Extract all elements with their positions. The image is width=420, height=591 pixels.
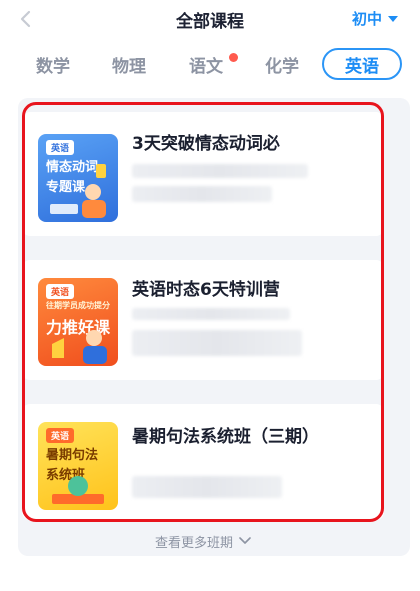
view-more-label: 查看更多班期 (154, 535, 233, 551)
hot-dot-icon (229, 53, 238, 62)
blurred-text (132, 476, 282, 498)
mascot-illustration-icon (52, 476, 104, 504)
course-page: 全部课程 初中 数学 物理 语文 化学 英语 英语 情态动词 专题课 3天突破情… (0, 0, 420, 591)
tab-math[interactable]: 数学 (36, 52, 70, 77)
header: 全部课程 初中 (0, 0, 420, 38)
blurred-text (132, 308, 290, 320)
course-thumbnail: 英语 暑期句法 系统班 (38, 422, 118, 510)
subject-tabs: 数学 物理 语文 化学 英语 (0, 48, 420, 84)
tab-chemistry[interactable]: 化学 (265, 52, 299, 77)
tab-physics[interactable]: 物理 (112, 52, 146, 77)
teacher-illustration-icon (52, 330, 107, 364)
tab-english[interactable]: 英语 (322, 48, 402, 80)
chevron-down-icon (239, 537, 251, 544)
course-thumbnail: 英语 情态动词 专题课 (38, 134, 118, 222)
course-card[interactable]: 英语 情态动词 专题课 3天突破情态动词必 (22, 112, 384, 236)
blurred-text (132, 164, 308, 178)
course-card[interactable]: 英语 暑期句法 系统班 暑期句法系统班（三期） (22, 404, 384, 520)
student-illustration-icon (50, 164, 106, 218)
course-thumbnail: 英语 往期学员成功提分 力推好课 (38, 278, 118, 366)
grade-label: 初中 (351, 10, 382, 28)
course-card[interactable]: 英语 往期学员成功提分 力推好课 英语时态6天特训营 (22, 260, 384, 380)
caret-down-icon (388, 15, 398, 22)
tab-chinese[interactable]: 语文 (189, 52, 223, 77)
view-more-button[interactable]: 查看更多班期 (18, 528, 388, 554)
blurred-text (132, 186, 272, 202)
grade-selector[interactable]: 初中 (352, 8, 398, 29)
course-title: 英语时态6天特训营 (132, 280, 280, 300)
course-title: 3天突破情态动词必 (132, 134, 280, 154)
blurred-text (132, 330, 302, 356)
course-title: 暑期句法系统班（三期） (132, 427, 319, 447)
